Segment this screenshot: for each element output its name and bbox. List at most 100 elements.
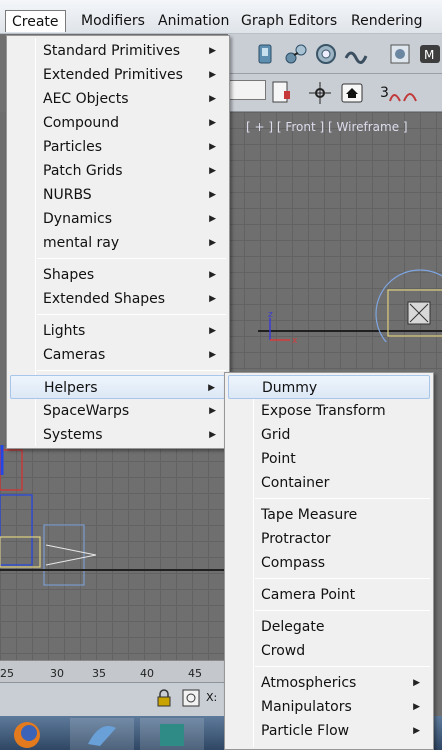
- menu-item-label: Container: [261, 475, 330, 491]
- menu-rendering[interactable]: Rendering: [345, 10, 429, 32]
- menu-item-mental-ray[interactable]: mental ray ▶: [10, 231, 226, 255]
- menu-item-label: Standard Primitives: [43, 43, 181, 59]
- named-selection-icon[interactable]: [270, 79, 294, 103]
- rotate-wave-icon[interactable]: [344, 44, 368, 68]
- reactor-icon[interactable]: [388, 42, 412, 66]
- create-menu: Standard Primitives ▶ Extended Primitives…: [6, 35, 230, 449]
- menu-item-label: SpaceWarps: [43, 403, 130, 419]
- lock-icon[interactable]: [156, 689, 172, 711]
- snap-label: 3: [380, 85, 389, 101]
- menu-item-expose-transform[interactable]: Expose Transform: [228, 399, 430, 423]
- menu-item-label: Camera Point: [261, 587, 356, 603]
- menu-item-patch-grids[interactable]: Patch Grids ▶: [10, 159, 226, 183]
- coord-x-label: X:: [206, 691, 218, 704]
- menu-item-label: Extended Primitives: [43, 67, 183, 83]
- menu-item-compound[interactable]: Compound ▶: [10, 111, 226, 135]
- firefox-icon[interactable]: [12, 720, 42, 750]
- menu-item-protractor[interactable]: Protractor: [228, 527, 430, 551]
- menu-separator: [255, 578, 430, 579]
- menu-item-particle-flow[interactable]: Particle Flow ▶: [228, 719, 430, 743]
- menu-create[interactable]: Create: [5, 10, 66, 32]
- menu-separator: [37, 370, 226, 371]
- menu-item-label: Dummy: [262, 380, 318, 396]
- menu-graph-editors[interactable]: Graph Editors: [235, 10, 343, 32]
- menu-separator: [37, 258, 226, 259]
- viewport-label[interactable]: [ + ] [ Front ] [ Wireframe ]: [246, 120, 408, 134]
- submenu-arrow-icon: ▶: [413, 702, 420, 712]
- submenu-arrow-icon: ▶: [209, 142, 216, 152]
- menu-item-atmospherics[interactable]: Atmospherics ▶: [228, 671, 430, 695]
- taskbar-app-button[interactable]: [70, 718, 134, 750]
- menu-item-tape-measure[interactable]: Tape Measure: [228, 503, 430, 527]
- menu-item-cameras[interactable]: Cameras ▶: [10, 343, 226, 367]
- bind-spacewarp-icon[interactable]: [314, 42, 338, 66]
- menu-separator: [255, 498, 430, 499]
- menu-item-compass[interactable]: Compass: [228, 551, 430, 575]
- mental-ray-icon[interactable]: M: [418, 42, 442, 66]
- selection-filter-dropdown[interactable]: [228, 80, 266, 100]
- menu-item-extended-shapes[interactable]: Extended Shapes ▶: [10, 287, 226, 311]
- submenu-arrow-icon: ▶: [209, 46, 216, 56]
- menu-item-label: Extended Shapes: [43, 291, 166, 307]
- menu-item-crowd[interactable]: Crowd: [228, 639, 430, 663]
- select-link-icon[interactable]: [254, 42, 278, 66]
- menu-item-dynamics[interactable]: Dynamics ▶: [10, 207, 226, 231]
- submenu-arrow-icon: ▶: [209, 214, 216, 224]
- menu-item-label: Crowd: [261, 643, 306, 659]
- menu-item-camera-point[interactable]: Camera Point: [228, 583, 430, 607]
- menu-item-systems[interactable]: Systems ▶: [10, 423, 226, 447]
- menu-item-dummy[interactable]: Dummy: [228, 375, 430, 399]
- helpers-submenu: Dummy Expose Transform Grid Point Contai…: [224, 372, 434, 750]
- menu-item-label: AEC Objects: [43, 91, 129, 107]
- submenu-arrow-icon: ▶: [209, 326, 216, 336]
- menu-item-label: Shapes: [43, 267, 95, 283]
- taskbar-3dsmax-button[interactable]: [140, 718, 204, 750]
- submenu-arrow-icon: ▶: [209, 166, 216, 176]
- menu-animation[interactable]: Animation: [152, 10, 235, 32]
- submenu-arrow-icon: ▶: [209, 118, 216, 128]
- front-viewport[interactable]: [ + ] [ Front ] [ Wireframe ] z x: [228, 112, 442, 370]
- tick-label: 45: [188, 667, 202, 680]
- scene-object[interactable]: [374, 262, 442, 359]
- menu-item-particles[interactable]: Particles ▶: [10, 135, 226, 159]
- menu-bar: Create Modifiers Animation Graph Editors…: [0, 0, 442, 34]
- svg-text:M: M: [424, 48, 434, 62]
- submenu-arrow-icon: ▶: [209, 430, 216, 440]
- menu-item-label: Patch Grids: [43, 163, 123, 179]
- pivot-icon[interactable]: [308, 81, 332, 105]
- axis-z-label: z: [268, 310, 273, 320]
- menu-item-standard-primitives[interactable]: Standard Primitives ▶: [10, 39, 226, 63]
- menu-separator: [255, 610, 430, 611]
- absolute-mode-icon[interactable]: [182, 689, 200, 711]
- menu-modifiers[interactable]: Modifiers: [75, 10, 151, 32]
- menu-item-label: Cameras: [43, 347, 106, 363]
- menu-item-point[interactable]: Point: [228, 447, 430, 471]
- submenu-arrow-icon: ▶: [209, 70, 216, 80]
- menu-item-container[interactable]: Container: [228, 471, 430, 495]
- menu-item-label: Grid: [261, 427, 291, 443]
- menu-item-spacewarps[interactable]: SpaceWarps ▶: [10, 399, 226, 423]
- menu-item-label: NURBS: [43, 187, 92, 203]
- menu-item-helpers[interactable]: Helpers ▶: [10, 375, 226, 399]
- menu-item-label: Point: [261, 451, 296, 467]
- timeline-ruler[interactable]: 25 30 35 40 45: [0, 660, 228, 682]
- menu-item-lights[interactable]: Lights ▶: [10, 319, 226, 343]
- menu-item-nurbs[interactable]: NURBS ▶: [10, 183, 226, 207]
- perspective-viewport[interactable]: [0, 445, 228, 660]
- submenu-arrow-icon: ▶: [209, 270, 216, 280]
- keyboard-shortcut-icon[interactable]: [340, 81, 364, 105]
- submenu-arrow-icon: ▶: [209, 350, 216, 360]
- menu-item-label: Particles: [43, 139, 103, 155]
- menu-item-delegate[interactable]: Delegate: [228, 615, 430, 639]
- menu-item-aec-objects[interactable]: AEC Objects ▶: [10, 87, 226, 111]
- menu-item-grid[interactable]: Grid: [228, 423, 430, 447]
- menu-item-extended-primitives[interactable]: Extended Primitives ▶: [10, 63, 226, 87]
- unlink-icon[interactable]: [284, 42, 308, 66]
- menu-item-label: Compound: [43, 115, 120, 131]
- menu-item-label: Manipulators: [261, 699, 352, 715]
- menu-item-manipulators[interactable]: Manipulators ▶: [228, 695, 430, 719]
- menu-item-label: Tape Measure: [261, 507, 358, 523]
- menu-item-shapes[interactable]: Shapes ▶: [10, 263, 226, 287]
- menu-item-label: Dynamics: [43, 211, 113, 227]
- snaps-toggle-icon[interactable]: 3: [378, 81, 418, 105]
